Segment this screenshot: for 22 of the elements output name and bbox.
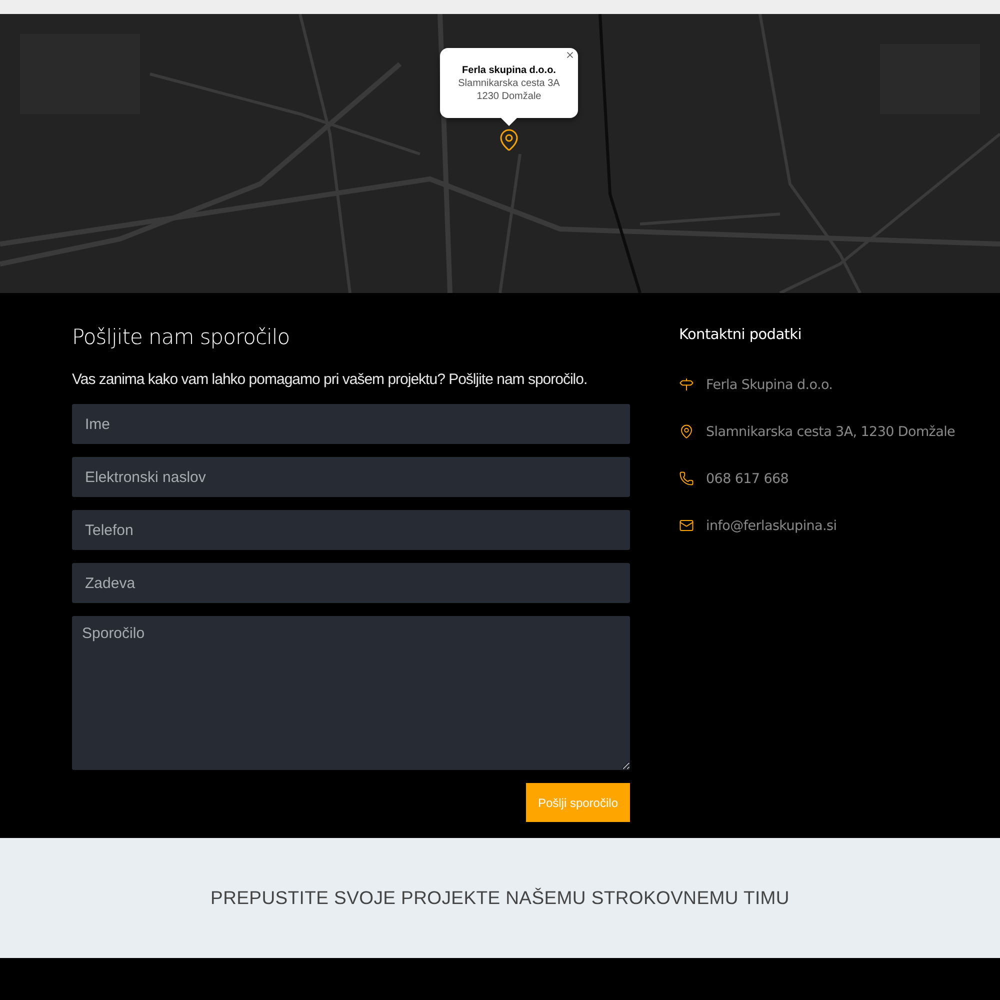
contact-text[interactable]: 068 617 668 (706, 470, 789, 486)
input-field[interactable]: Ime (72, 404, 630, 444)
phone-icon (679, 471, 694, 486)
message-field[interactable]: Sporočilo (72, 616, 630, 770)
contact-text[interactable]: info@ferlaskupina.si (706, 518, 837, 534)
popup-title: Ferla skupina d.o.o. (462, 64, 556, 76)
signpost-icon (679, 377, 694, 392)
close-icon (565, 50, 575, 60)
contact-title: Kontaktni podatki (679, 327, 803, 343)
banner-title: PREPUSTITE SVOJE PROJEKTE NAŠEMU STROKOVNEMU TIMU (210, 887, 790, 909)
input-field[interactable]: Zadeva (72, 563, 630, 603)
popup-address: Slamnikarska cesta 3A (458, 76, 560, 90)
map-pin-icon (679, 424, 694, 439)
contact-text: Slamnikarska cesta 3A, 1230 Domžale (706, 424, 956, 440)
form-title: Pošljite nam sporočilo (72, 325, 291, 349)
mail-icon (679, 518, 694, 533)
input-field[interactable]: Telefon (72, 510, 630, 550)
contact-text: Ferla Skupina d.o.o. (706, 376, 833, 392)
popup-address: 1230 Domžale (476, 90, 542, 102)
input-field[interactable]: Elektronski naslov (72, 457, 630, 497)
form-intro: Vas zanima kako vam lahko pomagamo pri vašem projektu? Pošljite nam sporočilo. (72, 371, 588, 388)
close-button[interactable] (565, 50, 575, 60)
